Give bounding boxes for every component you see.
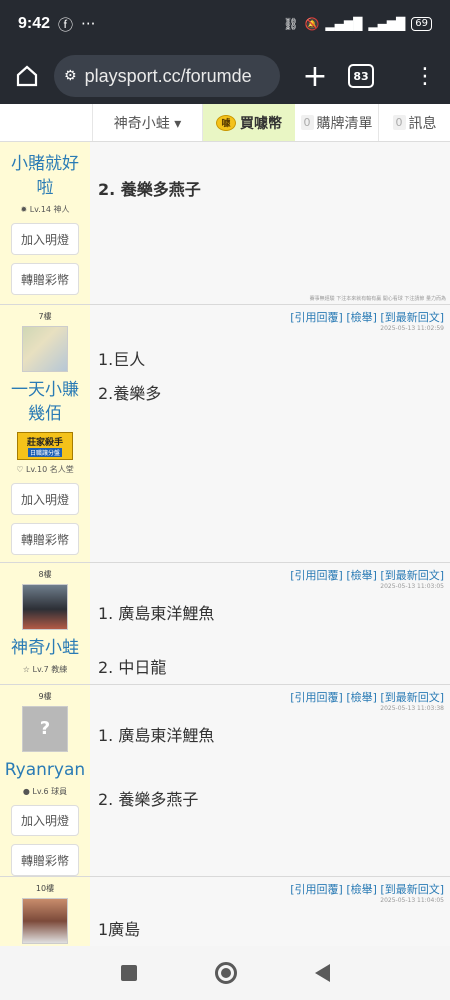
recents-button[interactable] (120, 965, 137, 981)
back-button[interactable] (314, 964, 330, 982)
report-link[interactable]: [檢舉] (346, 883, 377, 896)
post-line: 2. 中日龍 (98, 658, 167, 677)
buy-coins-button[interactable]: 噱 買噱幣 (203, 104, 295, 141)
status-bar: 9:42 ⓕ ··· ⛓ 🔕 ▂▄▆█ ▂▄▆█ 69 (0, 0, 450, 48)
home-button[interactable] (10, 59, 44, 93)
gift-coins-button[interactable]: 轉贈彩幣 (11, 263, 79, 295)
post: 小賭就好啦 ✹ Lv.14 神人 加入明燈 轉贈彩幣 2. 養樂多燕子 賽事無經… (0, 142, 450, 305)
post-line: 2. 養樂多燕子 (98, 790, 199, 809)
avatar[interactable] (22, 326, 68, 372)
post-line: 1. 廣島東洋鯉魚 (98, 726, 215, 745)
post-line: 1.巨人 (98, 350, 146, 369)
username[interactable]: 一天小賺幾佰 (0, 378, 90, 426)
signal-icon: ▂▄▆█ (325, 17, 363, 31)
latest-reply-link[interactable]: [到最新回文] (380, 569, 444, 582)
post: 10樓 [引用回覆] [檢舉] [到最新回文] 2025-05-13 11:04… (0, 877, 450, 946)
user-level: ♡ Lv.10 名人堂 (16, 465, 74, 474)
username[interactable]: 小賭就好啦 (0, 152, 90, 200)
add-light-button[interactable]: 加入明燈 (11, 483, 79, 515)
floor-number: 9樓 (38, 692, 52, 701)
post-actions: [引用回覆] [檢舉] [到最新回文] (98, 881, 444, 897)
avatar[interactable]: ? (22, 706, 68, 752)
gift-coins-button[interactable]: 轉贈彩幣 (11, 523, 79, 555)
site-settings-icon[interactable]: ⚙ (64, 68, 77, 84)
avatar[interactable] (22, 898, 68, 944)
post-footnote: 賽事無經驗 下注本來就有輸有贏 開心看球 下注請節 量力而為 (309, 296, 446, 302)
browser-toolbar: ⚙ playsport.cc/forumde + 83 ⋮ (0, 48, 450, 104)
add-light-button[interactable]: 加入明燈 (11, 223, 79, 255)
user-level: ☆ Lv.7 教練 (22, 665, 68, 674)
floor-number: 10樓 (35, 884, 55, 893)
avatar[interactable] (22, 584, 68, 630)
cart-count: 0 (300, 115, 314, 130)
user-menu[interactable]: 神奇小蛙 ▾ (93, 104, 203, 141)
address-bar[interactable]: ⚙ playsport.cc/forumde (54, 55, 280, 97)
more-notifications-icon: ··· (81, 15, 96, 33)
cart-link[interactable]: 0 購牌清單 (295, 104, 379, 141)
user-level: ✹ Lv.14 神人 (20, 205, 70, 214)
home-nav-button[interactable] (214, 962, 237, 984)
post-timestamp: 2025-05-13 11:03:38 (380, 705, 444, 712)
title-badge: 莊家殺手 日職讓分盤 (17, 432, 73, 460)
report-link[interactable]: [檢舉] (346, 691, 377, 704)
post-timestamp: 2025-05-13 11:03:05 (380, 583, 444, 590)
latest-reply-link[interactable]: [到最新回文] (380, 311, 444, 324)
site-nav: 神奇小蛙 ▾ 噱 買噱幣 0 購牌清單 0 訊息 (0, 104, 450, 142)
battery-icon: 69 (411, 17, 432, 31)
report-link[interactable]: [檢舉] (346, 311, 377, 324)
username[interactable]: Ryanryan (1, 758, 89, 782)
coin-icon: 噱 (216, 114, 236, 131)
floor-number: 7樓 (38, 312, 52, 321)
messages-link[interactable]: 0 訊息 (379, 104, 450, 141)
floor-number: 8樓 (38, 570, 52, 579)
post-line: 2.養樂多 (98, 384, 162, 403)
username[interactable]: 神奇小蛙 (7, 636, 83, 660)
signal2-icon: ▂▄▆█ (368, 17, 406, 31)
report-link[interactable]: [檢舉] (346, 569, 377, 582)
latest-reply-link[interactable]: [到最新回文] (380, 691, 444, 704)
thread-content: 小賭就好啦 ✹ Lv.14 神人 加入明燈 轉贈彩幣 2. 養樂多燕子 賽事無經… (0, 142, 450, 946)
post-actions: [引用回覆] [檢舉] [到最新回文] (98, 689, 444, 705)
post-actions: [引用回覆] [檢舉] [到最新回文] (98, 567, 444, 583)
mute-icon: 🔕 (304, 17, 320, 31)
clock: 9:42 (18, 15, 51, 32)
post-line: 2. 養樂多燕子 (98, 180, 201, 199)
system-nav-bar (0, 946, 450, 1000)
quote-reply-link[interactable]: [引用回覆] (290, 883, 343, 896)
add-light-button[interactable]: 加入明燈 (11, 804, 79, 837)
menu-button[interactable]: ⋮ (414, 64, 436, 89)
post-line: 1. 廣島東洋鯉魚 (98, 604, 215, 623)
unknown-user-icon: ? (39, 718, 51, 740)
post-timestamp: 2025-05-13 11:04:05 (380, 897, 444, 904)
home-icon (16, 65, 38, 87)
quote-reply-link[interactable]: [引用回覆] (290, 311, 343, 324)
post: 7樓 一天小賺幾佰 莊家殺手 日職讓分盤 ♡ Lv.10 名人堂 加入明燈 轉贈… (0, 305, 450, 563)
post-actions: [引用回覆] [檢舉] [到最新回文] (98, 309, 444, 325)
quote-reply-link[interactable]: [引用回覆] (290, 691, 343, 704)
url-text: playsport.cc/forumde (84, 65, 252, 86)
gift-coins-button[interactable]: 轉贈彩幣 (11, 844, 79, 877)
link-icon: ⛓ (283, 17, 299, 31)
facebook-icon: ⓕ (58, 15, 74, 34)
tab-switcher-button[interactable]: 83 (348, 64, 374, 88)
buy-coins-label: 買噱幣 (240, 115, 282, 132)
latest-reply-link[interactable]: [到最新回文] (380, 883, 444, 896)
new-tab-button[interactable]: + (298, 59, 332, 94)
post-line: 1廣島 (98, 920, 141, 939)
post-timestamp: 2025-05-13 11:02:59 (380, 325, 444, 332)
post: 8樓 神奇小蛙 ☆ Lv.7 教練 [引用回覆] [檢舉] [到最新回文] 20… (0, 563, 450, 685)
user-level: ● Lv.6 球員 (22, 786, 68, 796)
msg-count: 0 (392, 115, 406, 130)
post: 9樓 ? Ryanryan ● Lv.6 球員 加入明燈 轉贈彩幣 [引用回覆]… (0, 685, 450, 877)
quote-reply-link[interactable]: [引用回覆] (290, 569, 343, 582)
